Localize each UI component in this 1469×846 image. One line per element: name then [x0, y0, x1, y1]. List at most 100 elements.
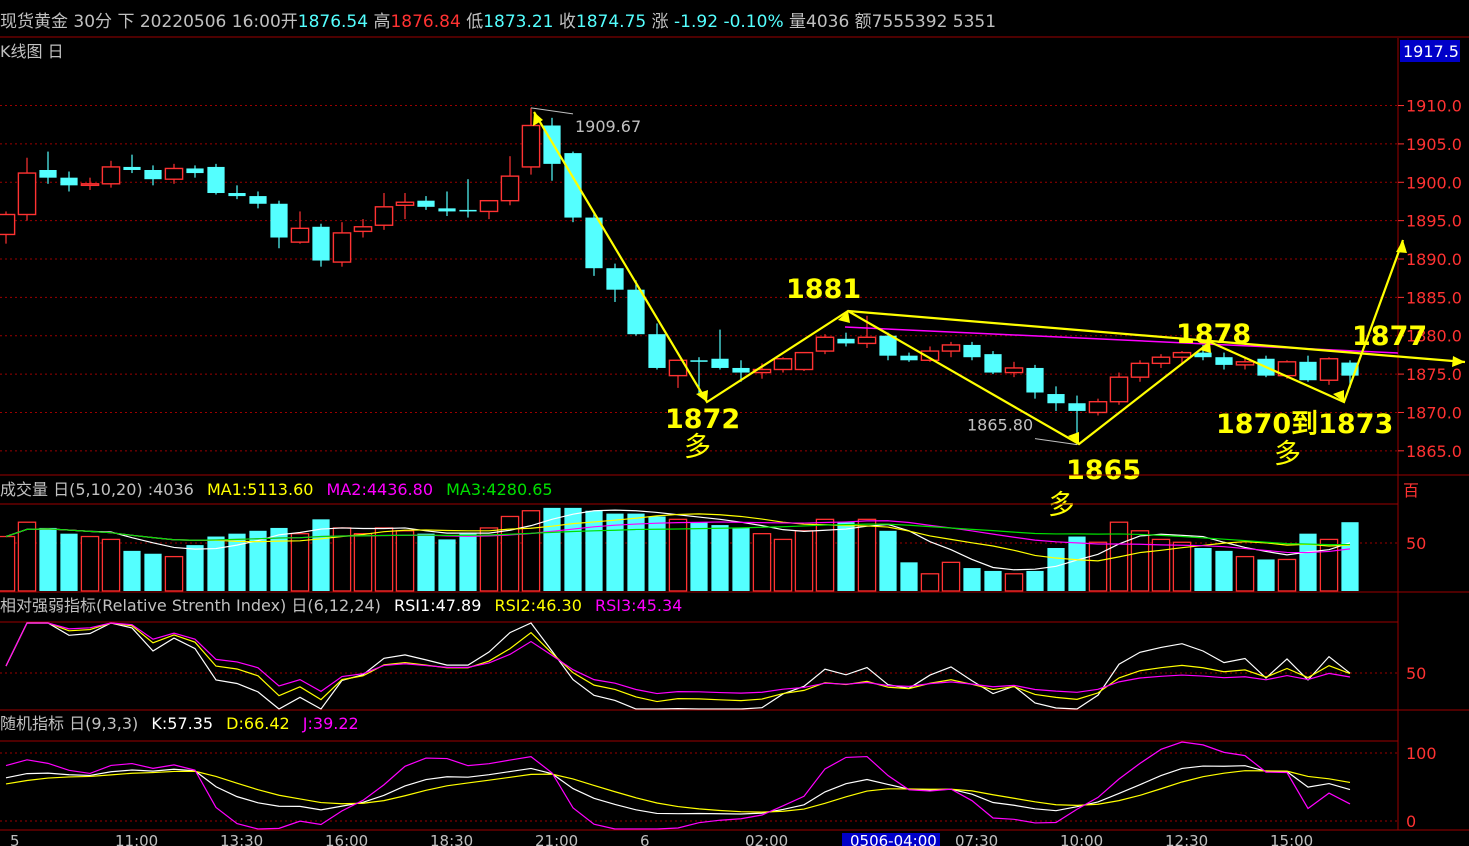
header-label: 现货黄金 30分 下 20220506 16:00 — [0, 12, 281, 32]
candle — [60, 171, 78, 192]
volume-bar — [648, 516, 666, 591]
candle — [1235, 357, 1255, 370]
candle — [0, 211, 16, 244]
candle-body — [144, 169, 162, 180]
volume-bar — [101, 538, 121, 592]
volume-bar — [438, 539, 456, 591]
rsi-1: RSI1:47.89 — [394, 596, 481, 615]
volume-bar — [1151, 538, 1171, 592]
candle-body — [794, 351, 814, 371]
svg-text:随机指标 日(9,3,3) K:57.35: 随机指标 日(9,3,3) K:57.35 D:66.42 J:39.22 — [0, 714, 359, 733]
volume-bar — [249, 530, 267, 591]
candle-body — [1319, 358, 1339, 381]
volume-bar — [564, 507, 582, 591]
kdj-tick-0: 0 — [1406, 812, 1416, 831]
volume-bar — [1004, 573, 1024, 592]
volume-bar — [900, 562, 918, 591]
candle — [249, 191, 267, 209]
candle — [395, 193, 415, 220]
candle-body — [417, 200, 435, 207]
candle-body — [1088, 401, 1108, 414]
rsi-tick-50: 50 — [1406, 664, 1426, 683]
candle — [101, 160, 121, 188]
candle-body — [732, 367, 750, 373]
y-tick-label: 1870.0 — [1406, 403, 1462, 422]
svg-text:相对强弱指标(Relative Strenth Index): 相对强弱指标(Relative Strenth Index) 日(6,12,24… — [0, 596, 682, 615]
volume-bar — [732, 527, 750, 591]
volume-bar — [479, 527, 499, 592]
candle-body — [249, 196, 267, 204]
candle — [1026, 364, 1044, 399]
candle-body — [606, 268, 624, 290]
candle-body — [395, 201, 415, 206]
candle-body — [941, 344, 961, 352]
volume-bar — [837, 522, 855, 591]
header-low: 1873.21 — [483, 12, 553, 32]
volume-bar — [627, 513, 645, 591]
rsi-line — [5, 622, 1351, 703]
candle-body — [1047, 394, 1065, 404]
header-volume: 4036 — [806, 12, 849, 32]
volume-bar — [353, 533, 373, 592]
low-mark-label: 1865.80 — [967, 416, 1033, 435]
candle-body — [1172, 351, 1192, 358]
volume-bar — [857, 518, 877, 592]
candle-body — [1068, 403, 1086, 411]
candle-body — [438, 208, 456, 212]
candle-body — [773, 358, 793, 371]
rsi-lines — [5, 622, 1351, 710]
annotation-1878: 1878 — [1176, 319, 1251, 350]
candle-body — [585, 217, 603, 269]
y-tick-label: 1905.0 — [1406, 135, 1462, 154]
candle — [794, 351, 814, 372]
candle — [1215, 352, 1233, 370]
candle-body — [312, 226, 330, 261]
candle — [627, 280, 645, 336]
candle-body — [815, 336, 835, 352]
candle-body — [984, 354, 1002, 373]
candle-body — [80, 183, 100, 187]
volume-panel: 成交量 日(5,10,20) :4036 MA1:5113.60 MA2:443… — [0, 480, 1426, 592]
candle — [857, 315, 877, 349]
annotation-1865: 1865 — [1066, 455, 1141, 486]
time-label: 5 — [10, 832, 20, 846]
volume-bar — [521, 510, 541, 592]
candle-body — [0, 213, 16, 236]
volume-bar — [459, 533, 477, 591]
candle — [815, 334, 835, 355]
candle-body — [1026, 367, 1044, 393]
chart-canvas: 现货黄金 30分 下 20220506 16:00开1876.54 高1876.… — [0, 12, 1469, 846]
analyst-drawings: 1881 1872 多 1878 1877 1865 多 1870到1873 多 — [533, 111, 1466, 521]
kdj-lines — [5, 741, 1351, 830]
volume-bar — [1277, 558, 1297, 592]
volume-bar — [1068, 536, 1086, 591]
time-label: 13:30 — [220, 832, 263, 846]
volume-unit: 百 — [1403, 481, 1419, 500]
annotation-long-2: 多 — [1048, 490, 1075, 521]
volume-bar — [374, 527, 394, 592]
volume-bar — [1257, 559, 1275, 591]
header-open: 1876.54 — [298, 12, 368, 32]
annotation-1872: 1872 — [665, 404, 740, 435]
candle — [732, 360, 750, 382]
candle — [270, 200, 288, 249]
volume-bar — [984, 570, 1002, 591]
candle — [80, 177, 100, 190]
header-high: 1876.84 — [390, 12, 460, 32]
candle-body — [711, 358, 729, 368]
rsi-line — [5, 622, 1351, 695]
volume-bar — [1215, 550, 1233, 591]
candle — [941, 341, 961, 358]
volume-bar — [1130, 530, 1150, 592]
candle-body — [459, 209, 477, 212]
rsi-3: RSI3:45.34 — [595, 596, 682, 615]
candle — [1088, 398, 1108, 416]
candle-body — [837, 338, 855, 344]
price-badge: 1917.5 — [1403, 42, 1459, 61]
candle-body — [1235, 361, 1255, 366]
volume-bar — [395, 530, 415, 592]
candle — [900, 352, 918, 362]
volume-title: 成交量 日(5,10,20) :4036 — [0, 480, 194, 499]
candle — [332, 222, 352, 267]
time-label: 02:00 — [745, 832, 788, 846]
